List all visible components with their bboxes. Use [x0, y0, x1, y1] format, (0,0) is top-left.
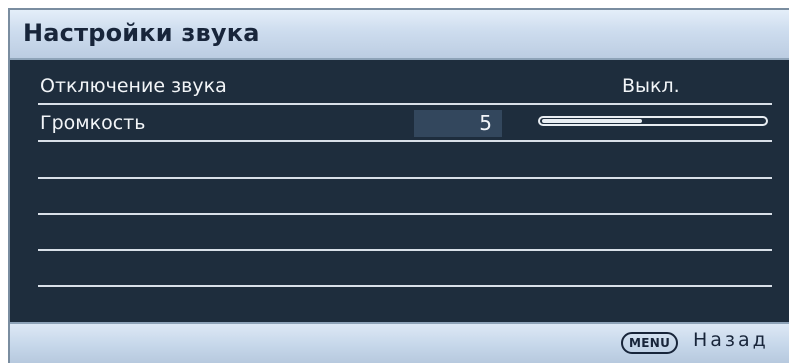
volume-slider[interactable]	[538, 116, 768, 126]
menu-row-mute[interactable]: Отключение звука Выкл.	[38, 70, 772, 105]
menu-row-empty-1	[38, 144, 772, 179]
volume-value: 5	[479, 111, 492, 135]
osd-header: Настройки звука	[10, 10, 789, 60]
menu-key-icon[interactable]: MENU	[621, 332, 679, 354]
menu-row-volume[interactable]: Громкость 5	[38, 107, 772, 142]
page-title: Настройки звука	[23, 19, 260, 47]
back-label: Назад	[693, 329, 769, 351]
volume-slider-fill	[542, 119, 642, 123]
sound-settings-osd: Настройки звука Отключение звука Выкл. Г…	[8, 8, 789, 363]
volume-value-box: 5	[414, 110, 502, 137]
menu-row-empty-3	[38, 216, 772, 251]
osd-footer: MENU Назад	[10, 322, 789, 363]
mute-value: Выкл.	[622, 75, 680, 97]
volume-label: Громкость	[40, 112, 146, 134]
mute-label: Отключение звука	[40, 75, 227, 97]
menu-row-empty-2	[38, 180, 772, 215]
menu-row-empty-4	[38, 252, 772, 287]
